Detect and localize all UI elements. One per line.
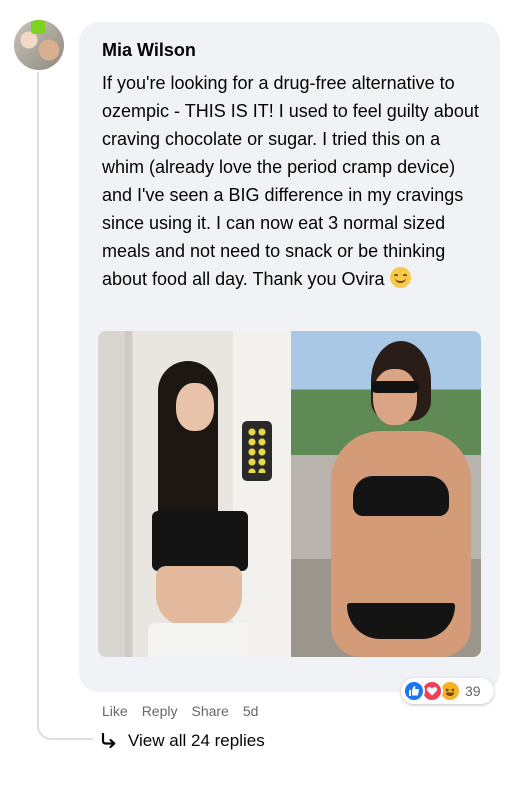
view-replies-label: View all 24 replies [128, 731, 265, 750]
reply-button[interactable]: Reply [142, 703, 178, 719]
comment-actions: Like Reply Share 5d [102, 703, 258, 719]
comment-text: If you're looking for a drug-free altern… [102, 73, 479, 289]
smiling-face-emoji-icon [389, 267, 411, 288]
comment-text-block: If you're looking for a drug-free altern… [102, 69, 487, 293]
view-replies-link[interactable]: View all 24 replies [100, 731, 265, 751]
after-photo[interactable] [291, 331, 481, 657]
avatar-sticker [31, 20, 45, 34]
comment-timestamp[interactable]: 5d [243, 703, 259, 719]
like-icon [403, 680, 425, 702]
before-photo[interactable] [98, 331, 291, 657]
reaction-count: 39 [465, 683, 481, 699]
comment-author[interactable]: Mia Wilson [102, 40, 196, 61]
avatar[interactable] [14, 20, 64, 70]
like-button[interactable]: Like [102, 703, 128, 719]
share-button[interactable]: Share [191, 703, 228, 719]
reactions-summary[interactable]: 39 [401, 678, 494, 704]
reply-arrow-icon [101, 732, 116, 749]
